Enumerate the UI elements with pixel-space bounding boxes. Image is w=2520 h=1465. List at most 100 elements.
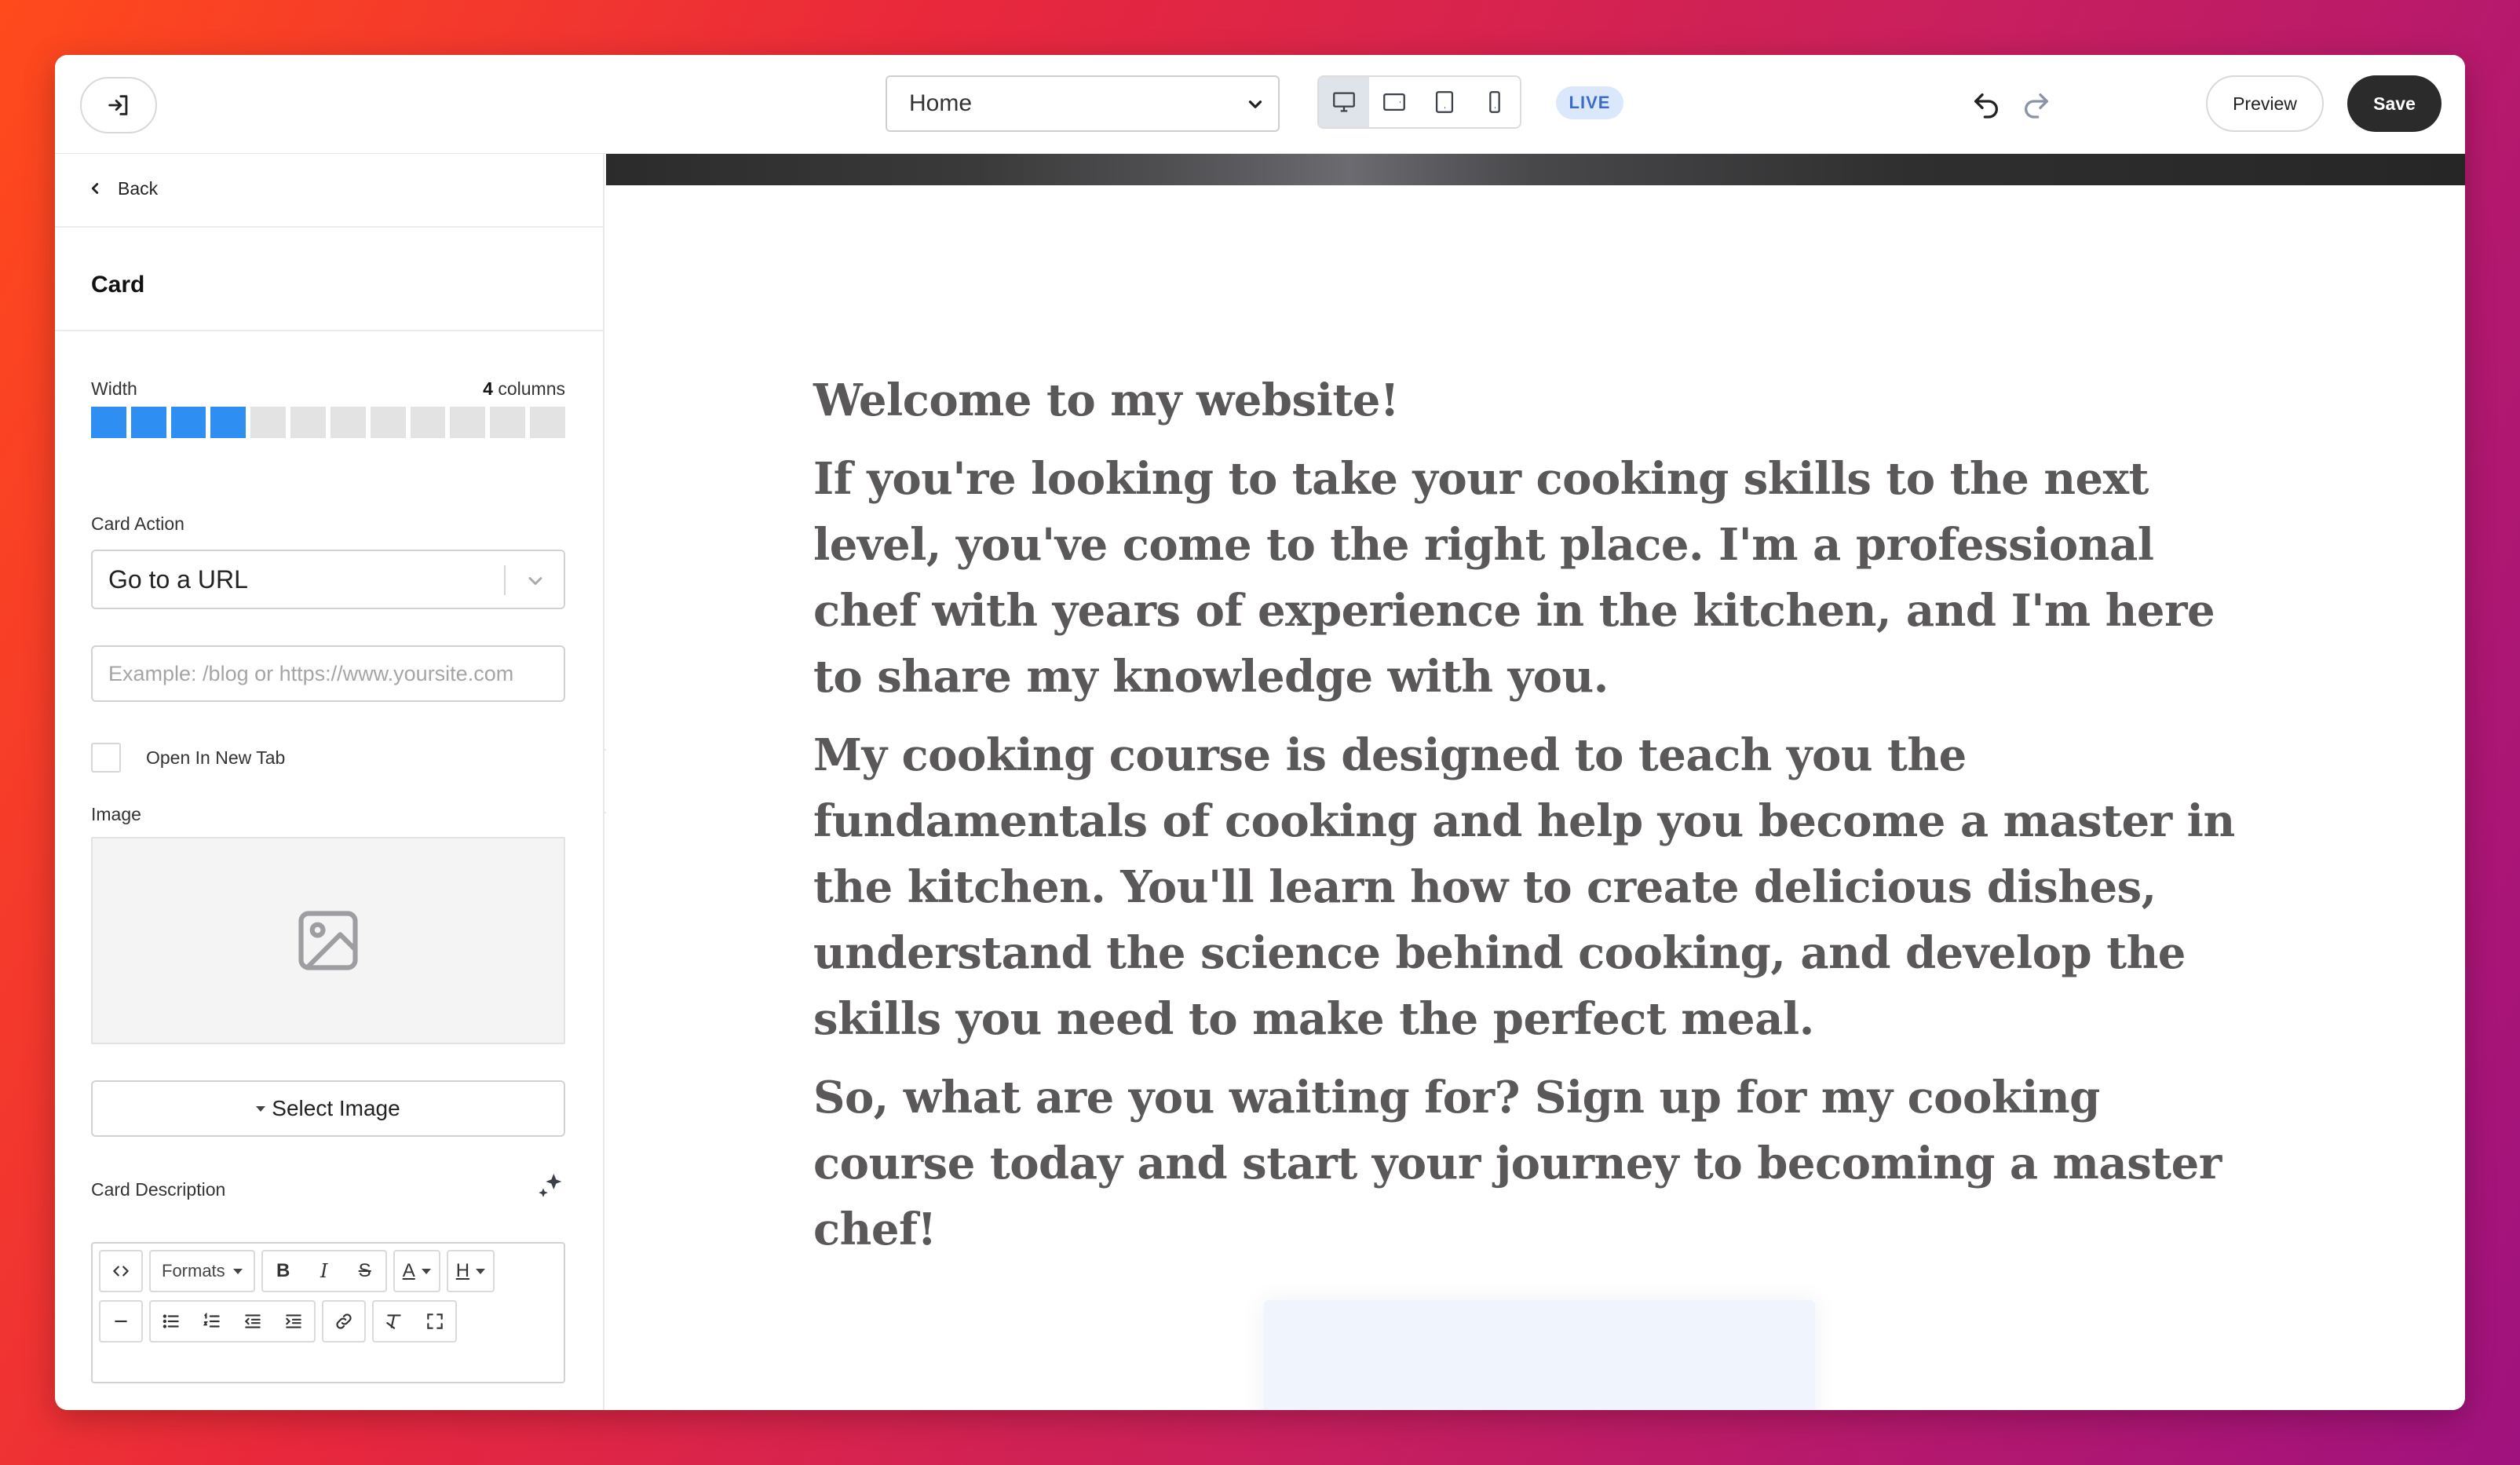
ai-assist-button[interactable]	[535, 1170, 567, 1201]
column-segment[interactable]	[410, 407, 446, 438]
width-value: 4 columns	[483, 378, 565, 400]
image-placeholder[interactable]	[91, 837, 565, 1044]
column-segment[interactable]	[91, 407, 126, 438]
numbered-list-icon	[203, 1312, 220, 1328]
tablet-landscape-view-button[interactable]	[1369, 77, 1419, 127]
indent-icon	[286, 1314, 301, 1328]
back-button[interactable]: Back	[86, 171, 158, 206]
exit-icon	[108, 95, 128, 115]
font-color-icon: A	[402, 1260, 415, 1281]
caret-down-icon	[232, 1268, 243, 1274]
text-block[interactable]: Welcome to my website! If you're looking…	[813, 367, 2258, 1262]
caret-down-icon	[256, 1105, 266, 1112]
image-icon	[298, 911, 358, 970]
outdent-icon	[244, 1314, 261, 1328]
strikethrough-button[interactable]: S	[345, 1251, 385, 1291]
divider	[55, 330, 603, 331]
fullscreen-button[interactable]	[415, 1302, 455, 1341]
code-icon	[113, 1266, 129, 1277]
preview-button[interactable]: Preview	[2206, 75, 2324, 132]
select-image-button[interactable]: Select Image	[91, 1080, 565, 1137]
live-status-badge: LIVE	[1556, 86, 1623, 119]
width-value-number: 4	[483, 378, 493, 399]
horizontal-rule-button[interactable]	[100, 1302, 141, 1341]
paragraph-intro: If you're looking to take your cooking s…	[813, 453, 2215, 703]
insert-link-button[interactable]	[323, 1302, 364, 1341]
italic-button[interactable]: I	[304, 1251, 345, 1291]
source-code-button[interactable]	[100, 1251, 141, 1291]
open-new-tab-checkbox[interactable]	[91, 743, 121, 773]
column-segment[interactable]	[250, 407, 287, 438]
select-image-label: Select Image	[272, 1096, 400, 1120]
back-label: Back	[118, 177, 159, 199]
font-color-dropdown[interactable]: A	[393, 1250, 440, 1292]
mobile-view-button[interactable]	[1470, 77, 1520, 127]
tablet-portrait-view-button[interactable]	[1419, 77, 1470, 127]
fullscreen-icon	[427, 1313, 443, 1329]
tablet-landscape-icon	[1383, 93, 1405, 111]
bold-button[interactable]: B	[263, 1251, 304, 1291]
text-style-group: B I S	[261, 1250, 387, 1292]
bullet-list-button[interactable]	[151, 1302, 192, 1341]
link-icon	[336, 1313, 352, 1329]
settings-sidebar: Back Card Width 4 columns Card Action Go…	[55, 154, 604, 1410]
clear-formatting-button[interactable]	[374, 1302, 415, 1341]
select-divider	[504, 565, 506, 595]
save-button[interactable]: Save	[2347, 75, 2441, 132]
chevron-down-icon	[528, 577, 542, 585]
undo-button[interactable]	[1970, 90, 2002, 121]
heading-icon: H	[455, 1260, 470, 1281]
sparkle-icon	[539, 1174, 562, 1197]
exit-editor-button[interactable]	[80, 77, 157, 133]
divider	[55, 226, 603, 228]
paragraph-cta: So, what are you waiting for? Sign up fo…	[813, 1072, 2222, 1255]
card-action-value: Go to a URL	[108, 564, 248, 594]
indent-button[interactable]	[273, 1302, 314, 1341]
undo-icon	[1974, 93, 1998, 119]
panel-title: Card	[91, 272, 145, 298]
desktop-view-button[interactable]	[1319, 77, 1369, 127]
open-new-tab-label: Open In New Tab	[146, 747, 286, 768]
heading-dropdown[interactable]: H	[446, 1250, 495, 1292]
outdent-button[interactable]	[232, 1302, 273, 1341]
editor-window: Home LIVE Preview Save Back Card Width 4…	[55, 55, 2465, 1410]
rich-text-toolbar: Formats B I S A H	[91, 1242, 565, 1383]
clear-format-group	[372, 1300, 457, 1343]
column-segment[interactable]	[170, 407, 206, 438]
device-preview-toggle	[1317, 75, 1521, 129]
numbered-list-button[interactable]	[192, 1302, 232, 1341]
chevron-down-icon	[1248, 100, 1262, 108]
column-width-selector[interactable]	[91, 407, 565, 438]
column-segment[interactable]	[370, 407, 406, 438]
column-segment[interactable]	[330, 407, 366, 438]
column-segment[interactable]	[450, 407, 486, 438]
top-toolbar: Home LIVE Preview Save	[55, 55, 2465, 154]
page-select-value: Home	[909, 90, 973, 116]
url-input[interactable]	[91, 645, 565, 702]
card-action-select[interactable]: Go to a URL	[91, 550, 565, 609]
formats-dropdown[interactable]: Formats	[149, 1250, 255, 1292]
list-indent-group	[149, 1300, 316, 1343]
column-segment[interactable]	[130, 407, 166, 438]
horizontal-rule-icon	[115, 1320, 127, 1323]
width-label: Width	[91, 378, 137, 399]
redo-button[interactable]	[2021, 90, 2052, 121]
width-value-unit: columns	[498, 378, 565, 399]
clear-format-icon	[386, 1314, 401, 1329]
column-segment[interactable]	[530, 407, 565, 438]
chevron-left-icon	[91, 183, 99, 194]
caret-down-icon	[421, 1268, 431, 1274]
card-preview[interactable]	[1264, 1300, 1815, 1410]
source-code-group	[99, 1250, 143, 1292]
hero-image-strip	[606, 154, 2465, 185]
column-segment[interactable]	[290, 407, 326, 438]
column-segment[interactable]	[490, 407, 526, 438]
column-segment[interactable]	[210, 407, 247, 438]
tablet-portrait-icon	[1435, 91, 1454, 113]
card-action-label: Card Action	[91, 513, 184, 534]
page-select[interactable]: Home	[886, 75, 1280, 132]
mobile-icon	[1489, 91, 1500, 113]
hr-group	[99, 1300, 143, 1343]
redo-icon	[2025, 93, 2048, 119]
welcome-heading: Welcome to my website!	[813, 374, 1399, 426]
